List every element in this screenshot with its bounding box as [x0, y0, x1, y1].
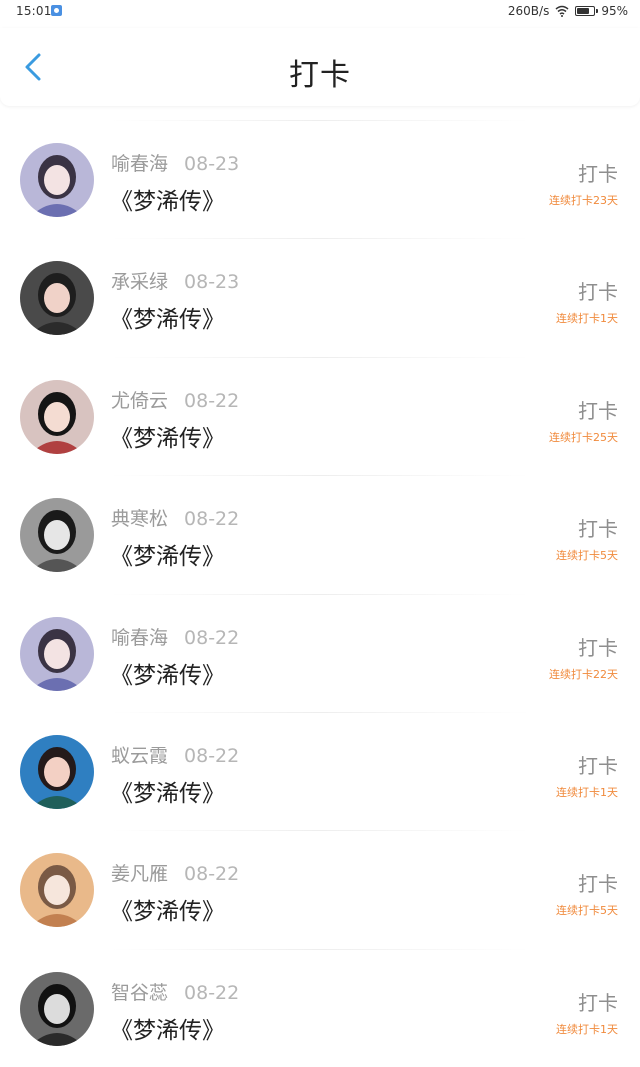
user-name[interactable]: 智谷蕊 [111, 982, 168, 1004]
divider [110, 475, 530, 477]
avatar-photo [20, 734, 94, 809]
divider [110, 711, 530, 713]
streak-badge: 连续打卡1天 [556, 1022, 618, 1036]
streak-badge: 连续打卡1天 [556, 312, 618, 326]
list-item[interactable]: 蚁云霞 08-22 《梦浠传》 打卡 连续打卡1天 [0, 711, 640, 830]
divider [110, 356, 530, 358]
user-line: 姜凡雁 08-22 [111, 859, 239, 886]
user-line: 喻春海 08-22 [111, 623, 239, 650]
user-line: 智谷蕊 08-22 [111, 978, 239, 1005]
checkin-list: 喻春海 08-23 《梦浠传》 打卡 连续打卡23天 承采绿 08-23 《梦浠传》… [0, 120, 640, 1067]
status-bar: 15:01 260B/s 95% [0, 0, 640, 24]
checkin-label: 打卡 [578, 990, 618, 1015]
book-title[interactable]: 《梦浠传》 [110, 892, 225, 926]
checkin-label: 打卡 [578, 872, 618, 897]
avatar[interactable] [20, 143, 94, 217]
divider [110, 948, 530, 950]
book-title[interactable]: 《梦浠传》 [110, 300, 225, 334]
book-title[interactable]: 《梦浠传》 [110, 419, 225, 453]
avatar[interactable] [20, 971, 94, 1046]
checkin-date: 08-22 [184, 981, 240, 1004]
avatar[interactable] [20, 853, 94, 928]
battery-icon [575, 6, 599, 16]
user-name[interactable]: 典寒松 [111, 508, 168, 530]
avatar-photo [20, 971, 94, 1046]
streak-badge: 连续打卡5天 [556, 549, 618, 563]
wifi-icon [555, 5, 569, 17]
book-title[interactable]: 《梦浠传》 [110, 656, 225, 690]
book-title[interactable]: 《梦浠传》 [110, 182, 225, 216]
streak-badge: 连续打卡5天 [556, 904, 618, 918]
divider [110, 120, 530, 121]
checkin-date: 08-22 [184, 744, 240, 767]
user-line: 蚁云霞 08-22 [111, 741, 239, 768]
list-item[interactable]: 智谷蕊 08-22 《梦浠传》 打卡 连续打卡1天 [0, 948, 640, 1067]
checkin-label: 打卡 [578, 398, 618, 423]
list-item[interactable]: 姜凡雁 08-22 《梦浠传》 打卡 连续打卡5天 [0, 830, 640, 948]
avatar-photo [20, 498, 94, 573]
checkin-label: 打卡 [578, 635, 618, 660]
user-name[interactable]: 蚁云霞 [111, 745, 168, 767]
checkin-label: 打卡 [578, 753, 618, 778]
avatar-photo [20, 379, 94, 454]
avatar-photo [20, 143, 94, 217]
book-title[interactable]: 《梦浠传》 [110, 774, 225, 808]
page-title: 打卡 [289, 58, 351, 93]
user-line: 尤倚云 08-22 [111, 386, 239, 413]
avatar[interactable] [20, 261, 94, 336]
avatar[interactable] [20, 734, 94, 809]
list-item[interactable]: 承采绿 08-23 《梦浠传》 打卡 连续打卡1天 [0, 238, 640, 356]
checkin-label: 打卡 [578, 162, 618, 186]
avatar[interactable] [20, 498, 94, 573]
divider [110, 830, 530, 832]
checkin-date: 08-22 [184, 389, 240, 412]
avatar-photo [20, 616, 94, 691]
status-time: 15:01 [16, 4, 52, 18]
checkin-date: 08-22 [184, 508, 240, 531]
top-app-bar: 打卡 [0, 28, 640, 106]
user-name[interactable]: 尤倚云 [111, 390, 168, 412]
list-item[interactable]: 喻春海 08-22 《梦浠传》 打卡 连续打卡22天 [0, 593, 640, 712]
user-name[interactable]: 承采绿 [111, 271, 168, 293]
streak-badge: 连续打卡23天 [549, 194, 618, 207]
checkin-label: 打卡 [578, 280, 618, 305]
status-right-group: 260B/s 95% [508, 4, 628, 18]
streak-badge: 连续打卡25天 [549, 430, 618, 444]
book-title[interactable]: 《梦浠传》 [110, 537, 225, 571]
book-title[interactable]: 《梦浠传》 [110, 1011, 225, 1045]
list-item[interactable]: 典寒松 08-22 《梦浠传》 打卡 连续打卡5天 [0, 475, 640, 593]
user-line: 典寒松 08-22 [111, 504, 239, 531]
divider [110, 238, 530, 240]
checkin-label: 打卡 [578, 517, 618, 542]
checkin-date: 08-23 [184, 153, 240, 175]
user-name[interactable]: 喻春海 [111, 153, 168, 175]
avatar-photo [20, 261, 94, 336]
user-name[interactable]: 姜凡雁 [111, 863, 168, 885]
avatar-photo [20, 853, 94, 928]
avatar[interactable] [20, 616, 94, 691]
list-item[interactable]: 尤倚云 08-22 《梦浠传》 打卡 连续打卡25天 [0, 356, 640, 475]
divider [110, 593, 530, 595]
checkin-date: 08-22 [184, 863, 240, 886]
checkin-date: 08-22 [184, 626, 240, 649]
checkin-date: 08-23 [184, 271, 240, 294]
net-speed: 260B/s [507, 4, 550, 18]
user-name[interactable]: 喻春海 [111, 627, 168, 649]
streak-badge: 连续打卡22天 [549, 667, 618, 681]
battery-percent: 95% [601, 4, 628, 18]
streak-badge: 连续打卡1天 [556, 785, 618, 799]
avatar[interactable] [20, 379, 94, 454]
notification-app-icon [51, 5, 62, 16]
user-line: 喻春海 08-23 [111, 149, 239, 176]
user-line: 承采绿 08-23 [111, 267, 239, 294]
list-item[interactable]: 喻春海 08-23 《梦浠传》 打卡 连续打卡23天 [0, 120, 640, 238]
